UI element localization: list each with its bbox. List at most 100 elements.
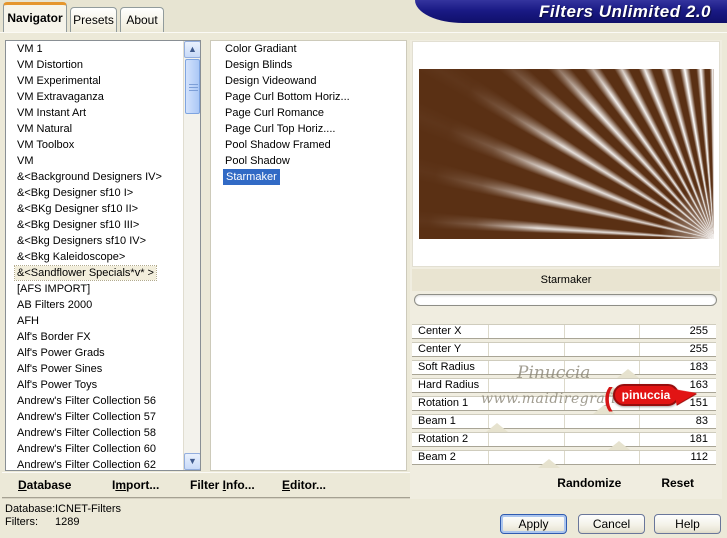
- tab-navigator[interactable]: Navigator: [3, 2, 67, 32]
- param-row[interactable]: Center X 255: [412, 324, 716, 339]
- category-list-item[interactable]: &<Bkg Designer sf10 III>: [6, 217, 183, 233]
- pinuccia-stamp: ( pinuccia: [604, 382, 699, 412]
- param-label: Beam 1: [418, 415, 456, 427]
- category-list-item[interactable]: [AFS IMPORT]: [6, 281, 183, 297]
- stamp-label: pinuccia: [612, 384, 680, 406]
- category-list-item[interactable]: Andrew's Filter Collection 58: [6, 425, 183, 441]
- app-title: Filters Unlimited 2.0: [538, 2, 711, 21]
- progress-bar: [414, 294, 717, 306]
- filter-list-item[interactable]: Starmaker: [211, 169, 406, 185]
- filter-list-item[interactable]: Page Curl Romance: [211, 105, 406, 121]
- param-label: Center Y: [418, 343, 462, 355]
- preview-image: [419, 69, 714, 239]
- filter-panel: Starmaker Center X 255 Center Y 255 Soft…: [410, 40, 722, 499]
- param-row[interactable]: Beam 1 83: [412, 414, 716, 429]
- param-label: Rotation 1: [418, 397, 469, 409]
- category-list-item[interactable]: &<Bkg Designer sf10 I>: [6, 185, 183, 201]
- grip-icon: [189, 84, 198, 91]
- category-list-item[interactable]: &<Bkg Kaleidoscope>: [6, 249, 183, 265]
- filter-list-item[interactable]: Pool Shadow Framed: [211, 137, 406, 153]
- down-arrow-icon: ▼: [188, 456, 197, 466]
- filter-list-item[interactable]: Design Blinds: [211, 57, 406, 73]
- category-list-item[interactable]: VM Extravaganza: [6, 89, 183, 105]
- filter-list-item[interactable]: Page Curl Top Horiz....: [211, 121, 406, 137]
- menu-item-import[interactable]: Import...: [112, 478, 159, 492]
- action-row: Randomize Reset: [410, 476, 718, 490]
- category-list-item[interactable]: &<Bkg Designers sf10 IV>: [6, 233, 183, 249]
- category-list-item[interactable]: Andrew's Filter Collection 62: [6, 457, 183, 470]
- filter-listbox[interactable]: Color Gradiant Design Blinds Design Videow…: [210, 40, 407, 471]
- category-list-item[interactable]: &<Background Designers IV>: [6, 169, 183, 185]
- title-banner: Filters Unlimited 2.0: [415, 0, 727, 23]
- category-list-item[interactable]: Andrew's Filter Collection 56: [6, 393, 183, 409]
- menu-item-editor[interactable]: Editor...: [282, 478, 326, 492]
- stamp-hand-icon: [674, 385, 699, 405]
- category-list-item[interactable]: VM Natural: [6, 121, 183, 137]
- filters-unlimited-window: Navigator Presets About Filters Unlimite…: [0, 0, 727, 538]
- category-list-item[interactable]: Andrew's Filter Collection 60: [6, 441, 183, 457]
- category-list-item[interactable]: Alf's Power Grads: [6, 345, 183, 361]
- param-label: Beam 2: [418, 451, 456, 463]
- param-label: Soft Radius: [418, 361, 475, 373]
- category-list-item[interactable]: Alf's Border FX: [6, 329, 183, 345]
- status-area: Database: ICNET-Filters Filters: 1289: [5, 503, 121, 529]
- param-value: 112: [690, 451, 708, 463]
- scroll-up-button[interactable]: ▲: [184, 41, 200, 58]
- navigator-page: VM 1 VM Distortion VM Experimental VM Extra…: [0, 32, 727, 538]
- preview-panel: [412, 41, 720, 267]
- status-database-label: Database:: [5, 503, 56, 515]
- category-list-item[interactable]: VM: [6, 153, 183, 169]
- slider-thumb[interactable]: [537, 459, 560, 468]
- category-list-item[interactable]: Alf's Power Sines: [6, 361, 183, 377]
- param-label: Rotation 2: [418, 433, 469, 445]
- param-value: 181: [689, 433, 708, 445]
- reset-button[interactable]: Reset: [661, 476, 694, 490]
- param-value: 183: [689, 361, 708, 373]
- status-filters-value: 1289: [55, 516, 80, 528]
- filter-list-item[interactable]: Color Gradiant: [211, 41, 406, 57]
- category-list-item[interactable]: &<BKg Designer sf10 II>: [6, 201, 183, 217]
- filter-list-item[interactable]: Page Curl Bottom Horiz...: [211, 89, 406, 105]
- preview-caption: Starmaker: [412, 269, 720, 291]
- category-list-item[interactable]: VM Experimental: [6, 73, 183, 89]
- category-list-item[interactable]: Alf's Power Toys: [6, 377, 183, 393]
- category-list-item[interactable]: &<Sandflower Specials*v* >: [6, 265, 183, 281]
- category-items: VM 1 VM Distortion VM Experimental VM Extra…: [6, 41, 183, 470]
- help-button[interactable]: Help: [654, 514, 721, 534]
- category-list-item[interactable]: VM Distortion: [6, 57, 183, 73]
- category-list-item[interactable]: AB Filters 2000: [6, 297, 183, 313]
- category-list-item[interactable]: AFH: [6, 313, 183, 329]
- param-value: 83: [695, 415, 708, 427]
- category-listbox[interactable]: VM 1 VM Distortion VM Experimental VM Extra…: [5, 40, 201, 471]
- filter-list-item[interactable]: Design Videowand: [211, 73, 406, 89]
- param-row[interactable]: Beam 2 112: [412, 450, 716, 465]
- menu-bar: Database Import... Filter Info... Editor…: [2, 472, 410, 497]
- stamp-paren: (: [604, 382, 613, 412]
- randomize-button[interactable]: Randomize: [557, 476, 621, 490]
- category-list-item[interactable]: Andrew's Filter Collection 57: [6, 409, 183, 425]
- param-row[interactable]: Center Y 255: [412, 342, 716, 357]
- slider-thumb[interactable]: [486, 423, 509, 432]
- category-scrollbar[interactable]: ▲ ▼: [183, 41, 200, 470]
- param-row[interactable]: Rotation 2 181: [412, 432, 716, 447]
- param-label: Center X: [418, 325, 462, 337]
- menu-item-database[interactable]: Database: [18, 478, 71, 492]
- category-list-item[interactable]: VM Toolbox: [6, 137, 183, 153]
- tab-about[interactable]: About: [120, 7, 164, 32]
- category-list-item[interactable]: VM Instant Art: [6, 105, 183, 121]
- filter-list-item[interactable]: Pool Shadow: [211, 153, 406, 169]
- up-arrow-icon: ▲: [188, 44, 197, 54]
- slider-thumb[interactable]: [607, 441, 630, 450]
- menu-item-filter-info[interactable]: Filter Info...: [190, 478, 255, 492]
- param-value: 255: [689, 325, 708, 337]
- scroll-down-button[interactable]: ▼: [184, 453, 200, 470]
- slider-thumb[interactable]: [616, 369, 639, 378]
- category-list-item[interactable]: VM 1: [6, 41, 183, 57]
- status-filters-label: Filters:: [5, 516, 38, 528]
- tab-presets[interactable]: Presets: [70, 7, 117, 32]
- param-row[interactable]: Soft Radius 183: [412, 360, 716, 375]
- apply-button[interactable]: Apply: [500, 514, 567, 534]
- scroll-thumb[interactable]: [185, 59, 200, 114]
- cancel-button[interactable]: Cancel: [578, 514, 645, 534]
- header-bar: Navigator Presets About Filters Unlimite…: [0, 0, 727, 32]
